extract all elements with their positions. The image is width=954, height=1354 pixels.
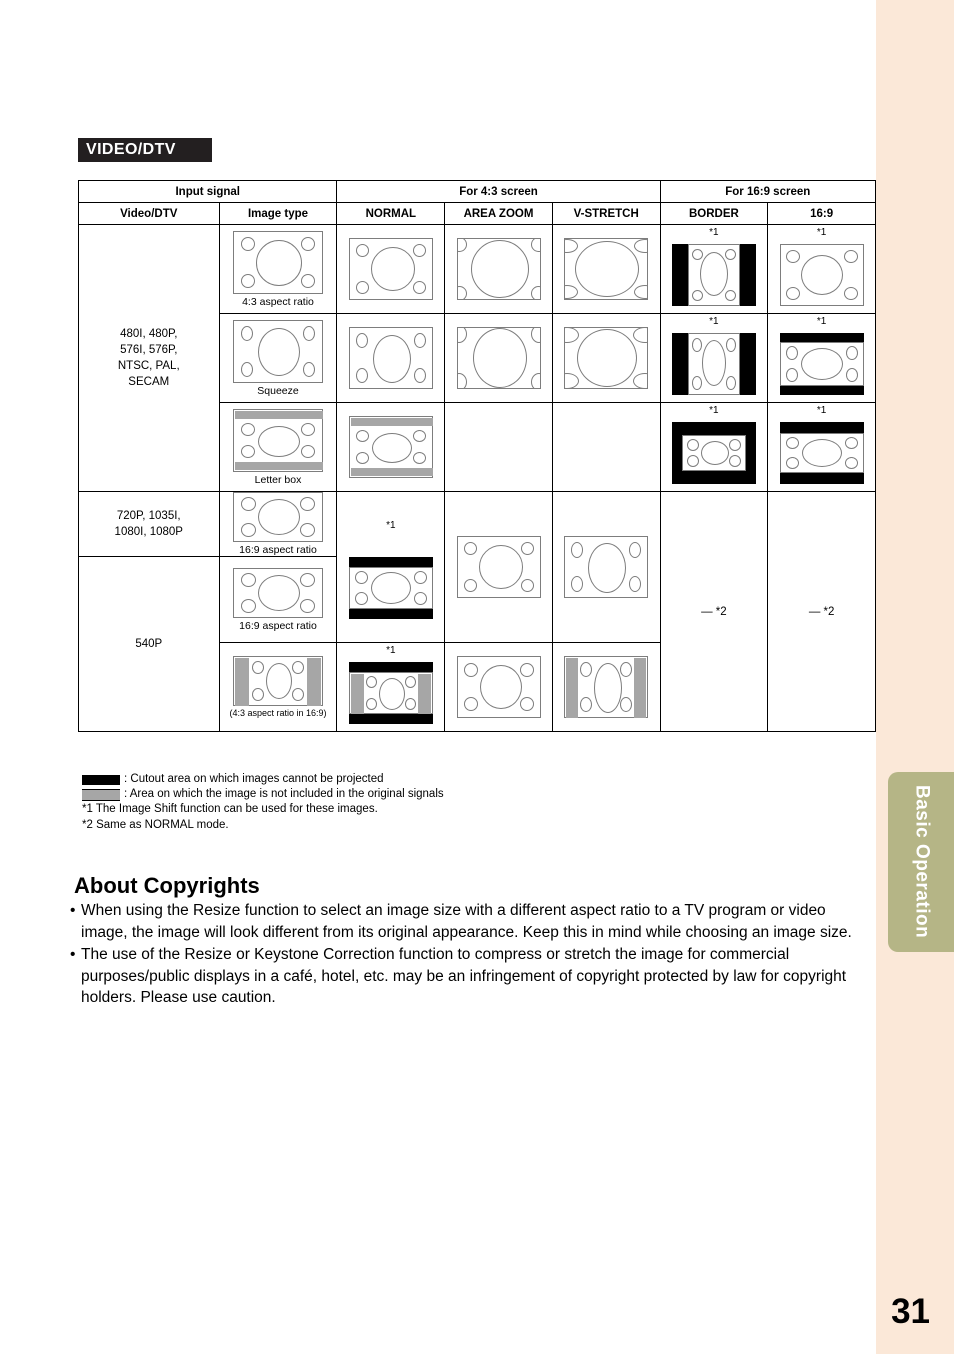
header-v-stretch: V-STRETCH — [551, 202, 661, 225]
signal-line: 720P, 1035I, — [116, 510, 181, 522]
legend-row-area: : Area on which the image is not include… — [82, 787, 444, 802]
footnote-mark: *1 — [816, 227, 827, 238]
cell-16-9: *1 — [767, 402, 876, 492]
image-type-cell: Squeeze — [218, 313, 338, 403]
cell-area-zoom — [444, 224, 553, 314]
footnote-mark: *1 — [816, 405, 827, 416]
image-type-label: Letter box — [254, 473, 302, 486]
gray-swatch-icon — [82, 788, 120, 801]
bullet-icon: • — [70, 902, 76, 919]
legend-area-label: : Area on which the image is not include… — [124, 787, 444, 800]
header-border: BORDER — [659, 202, 769, 225]
legend: : Cutout area on which images cannot be … — [82, 772, 444, 833]
signal-line: 540P — [135, 638, 163, 650]
image-type-cell: 16:9 aspect ratio — [218, 556, 338, 643]
signal-line: NTSC, PAL, — [117, 360, 180, 372]
footnote-mark: *1 — [709, 405, 719, 416]
cell-area-zoom — [444, 491, 553, 643]
image-type-label: 16:9 aspect ratio — [239, 619, 317, 632]
cell-area-zoom — [444, 313, 553, 403]
cell-normal: *1 — [336, 642, 446, 732]
legend-cutout-label: : Cutout area on which images cannot be … — [124, 772, 384, 785]
cell-area-zoom-empty — [444, 402, 553, 492]
header-video-dtv: Video/DTV — [78, 202, 220, 225]
page-edge-strip — [876, 0, 954, 1354]
image-type-label: 16:9 aspect ratio — [239, 544, 317, 556]
header-for-4-3-screen: For 4:3 screen — [336, 180, 661, 203]
footnote-mark: *1 — [709, 227, 719, 238]
cell-normal — [336, 313, 446, 403]
cell-v-stretch — [551, 313, 661, 403]
copyrights-body: • When using the Resize function to sele… — [70, 900, 876, 1010]
table-header-row-1: Input signal For 4:3 screen For 16:9 scr… — [77, 180, 877, 203]
image-type-label: 4:3 aspect ratio — [242, 295, 314, 308]
cell-v-stretch — [551, 224, 661, 314]
cell-16-9: *1 — [767, 313, 876, 403]
list-item-text: When using the Resize function to select… — [81, 902, 852, 941]
list-item-text: The use of the Resize or Keystone Correc… — [81, 946, 847, 1006]
footnote-1: *1 The Image Shift function can be used … — [82, 803, 378, 815]
cell-border: *1 — [659, 402, 769, 492]
header-image-type: Image type — [218, 202, 338, 225]
table-row: 720P, 1035I, 1080I, 1080P 16:9 aspect ra… — [78, 491, 876, 732]
page-title: About Copyrights — [74, 873, 260, 898]
footnote-2: *2 Same as NORMAL mode. — [82, 818, 229, 831]
header-16-9: 16:9 — [767, 202, 876, 225]
resize-modes-table: Input signal For 4:3 screen For 16:9 scr… — [77, 180, 877, 732]
bullet-icon: • — [70, 946, 76, 963]
signal-group-540p: 540P — [78, 556, 220, 732]
image-type-cell: Letter box — [218, 402, 338, 492]
black-swatch-icon — [82, 774, 120, 785]
list-item: • When using the Resize function to sele… — [70, 900, 876, 943]
image-type-cell: 4:3 aspect ratio — [218, 224, 338, 314]
cell-border-same-as-normal: — *2 — [659, 491, 769, 732]
table-row: 480I, 480P, 576I, 576P, NTSC, PAL, SECAM… — [78, 224, 876, 492]
signal-line: SECAM — [128, 376, 170, 388]
list-item: • The use of the Resize or Keystone Corr… — [70, 944, 876, 1009]
cell-normal: *1 — [336, 491, 446, 643]
signal-group-480i: 480I, 480P, 576I, 576P, NTSC, PAL, SECAM — [78, 224, 220, 492]
cell-16-9: *1 — [767, 224, 876, 314]
image-type-cell: 16:9 aspect ratio — [218, 491, 338, 557]
cell-normal — [336, 224, 446, 314]
page-number: 31 — [891, 1292, 930, 1331]
table-header-row-2: Video/DTV Image type NORMAL AREA ZOOM V-… — [78, 202, 876, 225]
header-for-16-9-screen: For 16:9 screen — [659, 180, 877, 203]
signal-group-720p: 720P, 1035I, 1080I, 1080P — [78, 491, 220, 557]
image-type-cell: (4:3 aspect ratio in 16:9) — [218, 642, 338, 732]
signal-line: 576I, 576P, — [120, 344, 178, 356]
cell-border: *1 — [659, 224, 769, 314]
footnote-mark: *1 — [386, 520, 396, 531]
section-tab-label: Basic Operation — [911, 785, 933, 939]
footnote-mark: *1 — [386, 645, 396, 656]
cell-v-stretch — [551, 642, 661, 732]
cell-16-9-same-as-normal: — *2 — [767, 491, 876, 732]
header-input-signal: Input signal — [77, 180, 338, 203]
footnote-mark: *1 — [709, 316, 719, 327]
image-type-label: (4:3 aspect ratio in 16:9) — [229, 708, 327, 718]
cell-border: *1 — [659, 313, 769, 403]
signal-line: 1080I, 1080P — [114, 526, 183, 538]
header-area-zoom: AREA ZOOM — [444, 202, 553, 225]
image-type-label: Squeeze — [257, 384, 299, 397]
header-normal: NORMAL — [336, 202, 446, 225]
signal-line: 480I, 480P, — [120, 328, 178, 340]
legend-row-cutout: : Cutout area on which images cannot be … — [82, 772, 444, 787]
cell-normal — [336, 402, 446, 492]
section-title: VIDEO/DTV — [78, 138, 212, 162]
cell-area-zoom — [444, 642, 553, 732]
cell-v-stretch-empty — [551, 402, 661, 492]
cell-v-stretch — [551, 491, 661, 643]
footnote-mark: *1 — [816, 316, 827, 327]
